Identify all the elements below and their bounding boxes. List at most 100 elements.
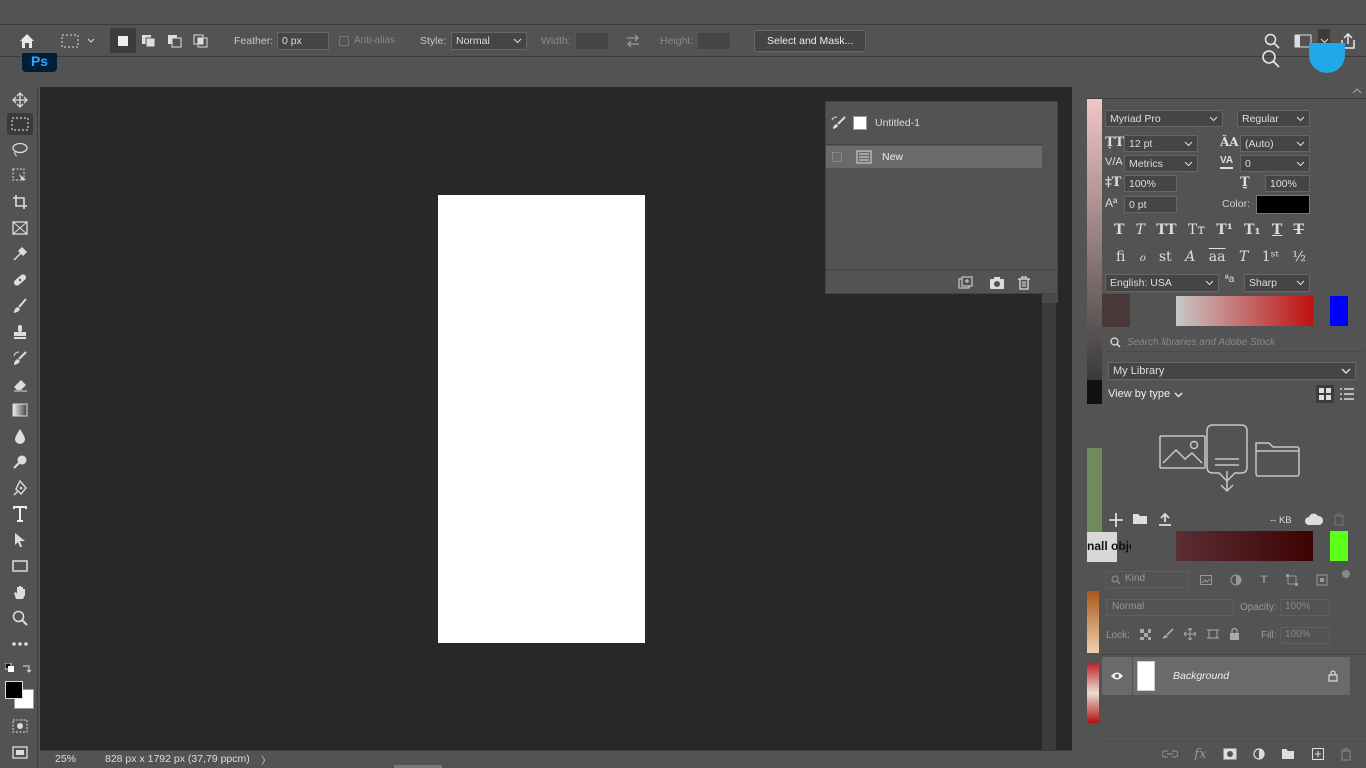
clone-stamp-tool-icon[interactable] xyxy=(7,321,33,343)
fractions-icon[interactable]: ½ xyxy=(1292,249,1306,265)
trash-icon[interactable] xyxy=(1333,513,1345,526)
color-picker-strip[interactable] xyxy=(1087,99,1102,380)
swap-colors-icon[interactable] xyxy=(22,663,32,673)
leading-select[interactable]: (Auto) xyxy=(1240,135,1310,152)
default-colors-icon[interactable] xyxy=(5,663,15,673)
kind-filter-select[interactable]: Kind xyxy=(1106,571,1189,588)
font-style-select[interactable]: Regular xyxy=(1237,110,1310,127)
style-select[interactable]: Normal xyxy=(451,31,527,50)
lock-artboard-icon[interactable] xyxy=(1206,628,1219,640)
font-size-select[interactable]: 12 pt xyxy=(1124,135,1198,152)
collapse-panel-icon[interactable] xyxy=(1351,87,1366,99)
gradient-tool-icon[interactable] xyxy=(7,399,33,421)
eyedropper-tool-icon[interactable] xyxy=(7,243,33,265)
marquee-preset-icon[interactable] xyxy=(60,25,98,56)
marquee-tool-icon[interactable] xyxy=(7,113,33,135)
swap-icon[interactable] xyxy=(625,25,641,56)
grid-view-icon[interactable] xyxy=(1316,385,1334,403)
shape-filter-icon[interactable] xyxy=(1285,573,1298,586)
height-input[interactable] xyxy=(697,31,731,50)
hand-tool-icon[interactable] xyxy=(7,581,33,603)
blue-swatch[interactable] xyxy=(1330,296,1348,326)
vertical-scrollbar[interactable] xyxy=(1042,303,1056,750)
folder-icon[interactable] xyxy=(1132,513,1148,525)
blur-tool-icon[interactable] xyxy=(7,425,33,447)
eye-icon[interactable] xyxy=(1110,671,1124,681)
small-caps-icon[interactable]: Tт xyxy=(1188,222,1205,238)
baseline-shift-input[interactable]: 0 pt xyxy=(1124,196,1177,213)
state-checkbox[interactable] xyxy=(832,152,842,162)
home-icon[interactable] xyxy=(18,25,36,56)
path-selection-tool-icon[interactable] xyxy=(7,529,33,551)
document-canvas[interactable] xyxy=(438,195,645,643)
foreground-color-swatch[interactable] xyxy=(5,681,23,699)
type-filter-icon[interactable]: T xyxy=(1261,574,1268,586)
zoom-tool-icon[interactable] xyxy=(7,607,33,629)
library-search[interactable]: Search libraries and Adobe Stock xyxy=(1105,334,1365,352)
kerning-select[interactable]: Metrics xyxy=(1124,155,1198,172)
stylistic-alternates-icon[interactable]: aa xyxy=(1209,249,1226,265)
upload-icon[interactable] xyxy=(1158,512,1172,526)
gradient-swatch-red[interactable] xyxy=(1176,296,1313,326)
faux-italic-icon[interactable]: T xyxy=(1136,222,1145,238)
horizontal-scale-input[interactable]: 100% xyxy=(1265,175,1310,192)
lock-all-icon[interactable] xyxy=(1229,628,1240,640)
screen-mode-icon[interactable] xyxy=(7,741,33,763)
subscript-icon[interactable]: T₁ xyxy=(1244,222,1261,238)
crop-tool-icon[interactable] xyxy=(7,191,33,213)
avatar[interactable] xyxy=(1309,43,1345,73)
ligatures-icon[interactable]: fi xyxy=(1116,249,1125,265)
lock-position-icon[interactable] xyxy=(1184,628,1196,640)
swash-icon[interactable]: A xyxy=(1185,249,1195,265)
lock-pixels-icon[interactable] xyxy=(1162,628,1174,640)
object-select-tool-icon[interactable] xyxy=(7,165,33,187)
rectangle-tool-icon[interactable] xyxy=(7,555,33,577)
gradient-swatch-dark[interactable] xyxy=(1176,531,1313,561)
strikethrough-icon[interactable]: T xyxy=(1294,222,1304,238)
healing-brush-tool-icon[interactable] xyxy=(7,269,33,291)
group-folder-icon[interactable] xyxy=(1281,748,1295,760)
filter-toggle[interactable] xyxy=(1342,570,1350,578)
eraser-tool-icon[interactable] xyxy=(7,373,33,395)
select-and-mask-button[interactable]: Select and Mask... xyxy=(754,29,867,52)
discretionary-ligatures-icon[interactable]: st xyxy=(1159,249,1172,265)
delete-layer-icon[interactable] xyxy=(1340,748,1352,761)
lasso-tool-icon[interactable] xyxy=(7,139,33,161)
pixel-filter-icon[interactable] xyxy=(1200,574,1212,585)
list-view-icon[interactable] xyxy=(1340,388,1354,400)
layer-row-background[interactable]: Background xyxy=(1102,657,1350,695)
search-icon[interactable] xyxy=(1261,49,1281,69)
new-selection-icon[interactable] xyxy=(110,28,136,53)
dodge-tool-icon[interactable] xyxy=(7,451,33,473)
ordinals-icon[interactable]: 1ˢᵗ xyxy=(1262,249,1279,265)
history-snapshot[interactable]: Untitled-1 xyxy=(826,112,1042,134)
tracking-select[interactable]: 0 xyxy=(1240,155,1310,172)
view-by-type-button[interactable]: View by type xyxy=(1108,388,1183,400)
blend-mode-select[interactable]: Normal xyxy=(1106,599,1234,616)
history-brush-tool-icon[interactable] xyxy=(7,347,33,369)
quick-mask-icon[interactable] xyxy=(7,715,33,737)
all-caps-icon[interactable]: TT xyxy=(1156,222,1176,238)
vertical-scale-input[interactable]: 100% xyxy=(1124,175,1177,192)
adjustment-layer-icon[interactable] xyxy=(1253,748,1265,760)
history-state-new[interactable]: New xyxy=(826,146,1042,168)
opacity-input[interactable]: 100% xyxy=(1280,599,1330,616)
intersect-selection-icon[interactable] xyxy=(193,25,209,56)
old-style-icon[interactable]: ℴ xyxy=(1139,249,1145,265)
adjustment-filter-icon[interactable] xyxy=(1230,574,1242,586)
lock-transparent-icon[interactable] xyxy=(1140,628,1151,640)
add-selection-icon[interactable] xyxy=(141,25,157,56)
more-tools-icon[interactable] xyxy=(7,633,33,655)
feather-input[interactable]: 0 px xyxy=(277,31,329,50)
fill-input[interactable]: 100% xyxy=(1280,627,1330,644)
type-tool-icon[interactable] xyxy=(7,503,33,525)
language-select[interactable]: English: USA xyxy=(1105,274,1219,292)
new-document-from-state-icon[interactable] xyxy=(957,276,973,290)
cloud-icon[interactable] xyxy=(1304,513,1324,526)
zoom-level[interactable]: 25% xyxy=(55,753,76,765)
subtract-selection-icon[interactable] xyxy=(167,25,183,56)
fx-icon[interactable]: fx xyxy=(1194,747,1206,762)
antialias-checkbox[interactable]: Anti-alias xyxy=(339,25,395,56)
frame-tool-icon[interactable] xyxy=(7,217,33,239)
trash-icon[interactable] xyxy=(1017,276,1031,290)
